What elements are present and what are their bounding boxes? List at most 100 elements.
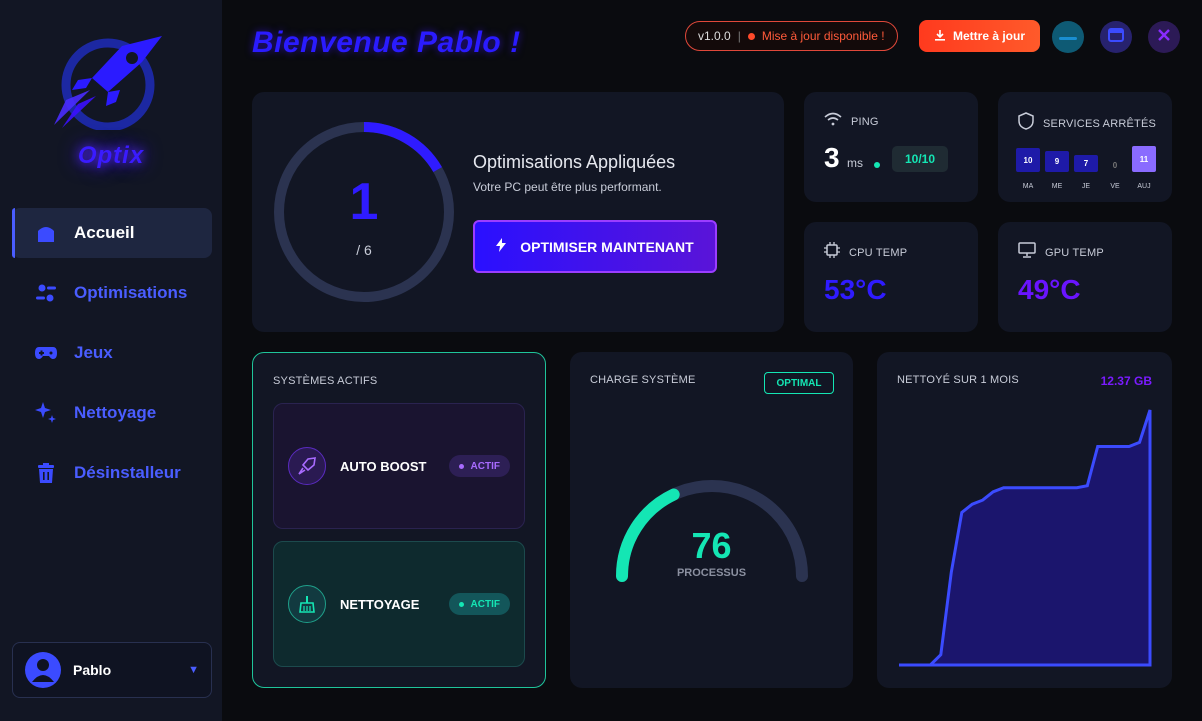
services-bar-label: VE	[1110, 183, 1120, 190]
rocket-icon	[288, 447, 326, 485]
services-bar-chart: 10 MA 9 ME 7 JE 0 VE 11 AUJ	[1016, 144, 1161, 190]
system-item-label: NETTOYAGE	[340, 596, 420, 612]
avatar	[25, 652, 61, 688]
close-icon	[1157, 28, 1171, 47]
cleaned-area-chart	[899, 409, 1152, 667]
trash-icon	[34, 461, 58, 485]
maximize-icon	[1108, 27, 1124, 47]
version-label: v1.0.0	[698, 29, 731, 43]
version-status: v1.0.0 | Mise à jour disponible !	[685, 21, 898, 51]
gpu-temp-value: 49°C	[1018, 274, 1081, 305]
services-bar-label: JE	[1081, 183, 1091, 190]
ping-title: PING	[851, 115, 879, 128]
status-dot-icon	[458, 463, 464, 469]
cleaned-card: NETTOYÉ SUR 1 MOIS 12.37 GB	[877, 352, 1172, 688]
system-item-nettoyage[interactable]: NETTOYAGE ACTIF	[273, 541, 525, 667]
status-dot-icon	[747, 32, 755, 40]
gamepad-icon	[34, 341, 58, 365]
download-icon	[934, 29, 946, 44]
services-bar-column: 9 ME	[1045, 144, 1069, 190]
monitor-icon	[1018, 242, 1036, 263]
sidebar-item-label: Accueil	[74, 223, 135, 242]
page-title: Bienvenue Pablo !	[252, 26, 521, 59]
update-notice: Mise à jour disponible !	[761, 29, 885, 43]
optimizations-card: 1 / 6 Optimisations Appliquées Votre PC …	[252, 92, 784, 332]
services-bar: 10	[1016, 148, 1040, 172]
sidebar-item-optimisations[interactable]: Optimisations	[12, 268, 212, 318]
system-load-card: CHARGE SYSTÈME OPTIMAL 76 PROCESSUS	[570, 352, 853, 688]
sidebar-nav: Accueil Optimisations Jeux Nettoyage Dés…	[12, 208, 212, 508]
status-badge[interactable]: ACTIF	[448, 593, 510, 615]
services-bar-column: 0 VE	[1103, 144, 1127, 191]
status-badge-label: ACTIF	[470, 598, 500, 610]
optimizations-title: Optimisations Appliquées	[473, 152, 676, 172]
sidebar-item-nettoyage[interactable]: Nettoyage	[12, 388, 212, 438]
sidebar-item-label: Nettoyage	[74, 403, 157, 422]
rocket-logo-icon	[52, 30, 168, 132]
cpu-temp-value: 53°C	[824, 274, 887, 305]
cpu-temp-card: CPU TEMP 53°C	[804, 222, 978, 332]
minimize-button[interactable]	[1052, 21, 1084, 53]
shield-icon	[1018, 112, 1034, 135]
services-bar-column: 7 JE	[1074, 144, 1098, 190]
sliders-icon	[34, 281, 58, 305]
home-icon	[34, 221, 58, 245]
optimize-now-button[interactable]: OPTIMISER MAINTENANT	[473, 220, 717, 273]
divider: |	[737, 29, 741, 43]
sidebar-item-label: Jeux	[74, 343, 113, 362]
services-bar-label: MA	[1022, 183, 1034, 190]
status-badge-label: ACTIF	[470, 460, 500, 472]
user-menu[interactable]: Pablo ▼	[12, 642, 212, 698]
gpu-temp-card: GPU TEMP 49°C	[998, 222, 1172, 332]
sidebar-item-jeux[interactable]: Jeux	[12, 328, 212, 378]
optimizations-applied-count: 1	[349, 173, 379, 231]
broom-icon	[288, 585, 326, 623]
services-bar-column: 11 AUJ	[1132, 144, 1156, 190]
services-card: SERVICES ARRÊTÉS 10 MA 9 ME 7 JE 0 VE 11 AUJ	[998, 92, 1172, 202]
lightning-icon	[496, 238, 507, 255]
services-bar: 9	[1045, 151, 1069, 172]
optimizations-total: / 6	[356, 242, 372, 258]
cpu-icon	[824, 242, 840, 263]
process-label: PROCESSUS	[676, 567, 747, 579]
sidebar-item-label: Optimisations	[74, 283, 188, 302]
ping-value: 3	[824, 142, 840, 173]
services-bar-column: 10 MA	[1016, 144, 1040, 190]
active-systems-card: SYSTÈMES ACTIFS AUTO BOOST ACTIF NETTOYA…	[252, 352, 546, 688]
close-button[interactable]	[1148, 21, 1180, 53]
brand-name: Optix	[77, 142, 145, 169]
services-bar: 11	[1132, 146, 1156, 172]
services-bar-label: AUJ	[1137, 183, 1151, 190]
process-count: 76	[691, 525, 732, 566]
active-systems-title: SYSTÈMES ACTIFS	[273, 375, 378, 387]
sidebar-item-label: Désinstalleur	[74, 463, 181, 482]
optimizations-subtitle: Votre PC peut être plus performant.	[473, 180, 662, 194]
services-bar: 0	[1112, 160, 1118, 170]
services-bar-label: ME	[1051, 183, 1063, 190]
system-item-auto-boost[interactable]: AUTO BOOST ACTIF	[273, 403, 525, 529]
services-bar: 7	[1074, 155, 1098, 172]
gpu-temp-title: GPU TEMP	[1045, 246, 1104, 259]
optimize-now-label: OPTIMISER MAINTENANT	[520, 238, 694, 255]
system-load-gauge	[616, 480, 808, 582]
services-title: SERVICES ARRÊTÉS	[1043, 117, 1157, 130]
minimize-icon	[1059, 28, 1077, 46]
chevron-down-icon: ▼	[188, 664, 199, 676]
ping-score-badge: 10/10	[892, 146, 948, 172]
sidebar-item-desinstalleur[interactable]: Désinstalleur	[12, 448, 212, 498]
update-button-label: Mettre à jour	[952, 29, 1025, 43]
ping-unit: ms	[847, 156, 863, 170]
status-dot-icon	[458, 601, 464, 607]
system-item-label: AUTO BOOST	[340, 458, 427, 474]
user-name: Pablo	[73, 662, 112, 678]
update-button[interactable]: Mettre à jour	[919, 20, 1040, 52]
cpu-temp-title: CPU TEMP	[849, 246, 908, 259]
sidebar-item-accueil[interactable]: Accueil	[12, 208, 212, 258]
sidebar: Optix Accueil Optimisations Jeux Nettoya…	[0, 0, 222, 721]
status-dot-icon	[874, 162, 880, 168]
wifi-icon	[824, 112, 842, 131]
maximize-button[interactable]	[1100, 21, 1132, 53]
sparkles-icon	[34, 401, 58, 425]
ping-card: PING 3 ms 10/10	[804, 92, 978, 202]
status-badge[interactable]: ACTIF	[448, 455, 510, 477]
